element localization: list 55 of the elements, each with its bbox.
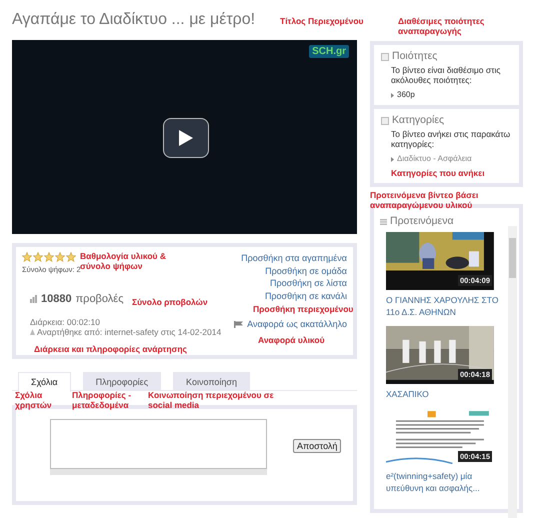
annotation-label: Σχόλια χρηστών — [15, 390, 53, 410]
star-icon — [44, 252, 54, 262]
star-icon — [55, 252, 65, 262]
annotation-label: Τίτλος Περιεχομένου — [280, 16, 364, 26]
tab[interactable]: Κοινοποίηση — [173, 372, 250, 390]
annotation-label: Διαθέσιμες ποιότητες αναπαραγωγής — [398, 16, 486, 36]
send-button[interactable]: Αποστολή — [293, 439, 342, 453]
star-icon — [33, 252, 43, 262]
play-icon — [178, 129, 194, 147]
quality-item: 360p — [397, 90, 415, 100]
add-link[interactable]: Προσθήκη σε κανάλι — [264, 290, 347, 302]
panel-text: Το βίντεο είναι διαθέσιμο στις ακόλουθες ποιότητες: — [391, 65, 502, 85]
view-count: 10880 — [41, 292, 72, 306]
category-link[interactable]: Διαδίκτυο - Ασφάλεια — [397, 154, 472, 164]
bar-chart-icon — [30, 295, 37, 303]
duration-text: Διάρκεια: 00:02:10 — [30, 317, 101, 327]
annotation-label: Σύνολο ρποβολών — [132, 297, 208, 307]
video-title-link[interactable]: Ο ΓΙΑΝΝΗΣ ΧΑΡΟΥΛΗΣ ΣΤΟ 11ο Δ.Σ. ΑΘΗΝΩΝ — [386, 294, 504, 318]
panel-heading: Ποιότητες — [392, 50, 438, 63]
annotation-label: Κατηγορίες που ανήκει — [391, 168, 486, 178]
comment-field[interactable] — [50, 419, 267, 469]
add-link[interactable]: Προσθήκη στα αγαπημένα — [241, 252, 347, 264]
panel-text: Το βίντεο ανήκει στις παρακάτω κατηγορίες: — [391, 129, 512, 149]
scrollbar-thumb[interactable] — [509, 238, 516, 278]
bullet-icon — [391, 92, 394, 98]
channel-logo: SCH.gr — [309, 45, 349, 58]
video-title-link[interactable]: ΧΑΣΑΠΙΚΟ — [386, 388, 504, 400]
annotation-label: Βαθμολογία υλικού & σύνολο ψήφων — [80, 251, 167, 271]
user-icon — [30, 329, 35, 335]
panel-heading: Προτεινόμενα — [390, 215, 454, 228]
flag-icon — [234, 320, 244, 328]
tab[interactable]: Σχόλια — [18, 372, 71, 392]
annotation-label: Πληροφορίες - μεταδεδομένα — [72, 390, 132, 410]
add-link[interactable]: Προσθήκη σε λίστα — [270, 277, 347, 290]
annotation-label: Κοινωποίηση περιεχομένου σε social media — [148, 390, 275, 410]
panel-heading: Κατηγορίες — [392, 114, 444, 127]
report-link[interactable]: Αναφορά ως ακατάλληλο — [247, 318, 347, 330]
page-title: Αγαπάμε το Διαδίκτυο ... με μέτρο! — [12, 10, 256, 30]
views-label: προβολές — [76, 292, 124, 306]
video-title-link[interactable]: e²(twinning+safety) μία υπεύθυνη και ασφαλής... — [386, 470, 504, 494]
square-icon — [381, 116, 389, 124]
annotation-label: Προτεινόμενα βίντεο βάσει αναπαραγώμενου υλικού — [370, 190, 480, 210]
tab[interactable]: Πληροφορίες — [82, 372, 162, 390]
upload-info: Αναρτήθηκε από: internet-safety στις 14-02-2014 — [37, 327, 222, 337]
add-link[interactable]: Προσθήκη σε ομάδα — [265, 264, 347, 277]
star-icon — [22, 252, 32, 262]
square-icon — [381, 52, 389, 60]
star-icon — [66, 252, 76, 262]
play-button[interactable] — [163, 118, 209, 158]
list-icon — [380, 218, 387, 224]
scrollbar[interactable] — [508, 226, 517, 518]
annotation-label: Αναφορά υλικού — [258, 335, 325, 345]
annotation-label: Διάρκεια και πληροφορίες ανάρτησης — [34, 344, 187, 354]
annotation-label: Προσθήκη περιεχομένου — [253, 304, 354, 314]
bullet-icon — [391, 156, 394, 162]
